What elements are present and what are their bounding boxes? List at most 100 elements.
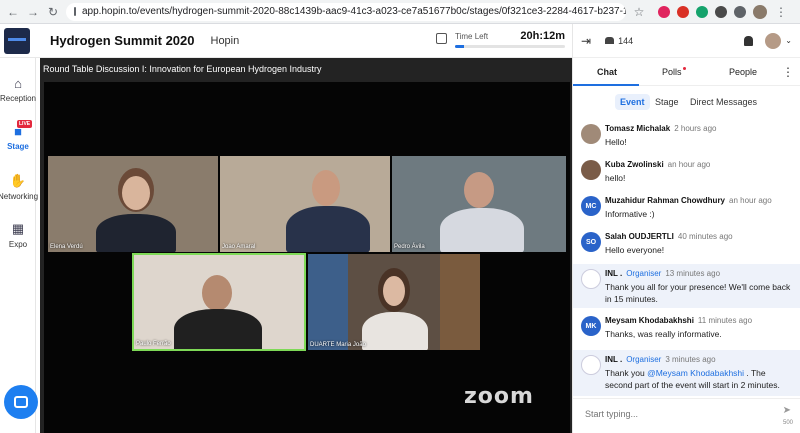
subtab-direct-messages[interactable]: Direct Messages xyxy=(685,94,762,110)
app-header: Hydrogen Summit 2020 Hopin Time Left 20h… xyxy=(0,24,572,58)
chat-message: SO Salah OUDJERTLI 40 minutes ago Hello e… xyxy=(573,226,800,262)
inl-logo-avatar[interactable] xyxy=(581,269,601,289)
reload-icon[interactable]: ↻ xyxy=(46,5,60,19)
grammarly-extension-icon[interactable] xyxy=(696,5,708,18)
lock-icon xyxy=(74,7,76,16)
video-tile-active-speaker[interactable]: Paulo Ferrão xyxy=(132,253,306,351)
sender-name[interactable]: Kuba Zwolinski xyxy=(605,160,664,169)
message-time: 3 minutes ago xyxy=(665,355,716,364)
panel-top-bar: ⇥ 144 ⌄ xyxy=(573,24,800,58)
browser-toolbar: ← → ↻ app.hopin.to/events/hydrogen-summi… xyxy=(0,0,800,24)
home-icon: ⌂ xyxy=(14,75,22,91)
chat-subtabs: Event Stage Direct Messages xyxy=(573,86,800,116)
chat-message: MC Muzahidur Rahman Chowdhury an hour ago… xyxy=(573,190,800,226)
profile-avatar[interactable] xyxy=(753,4,767,19)
unread-dot xyxy=(682,67,686,70)
video-tile[interactable]: Pedro Ávila xyxy=(392,156,566,252)
live-badge: LIVE xyxy=(17,120,33,128)
character-count: 500 xyxy=(782,420,793,426)
sender-name[interactable]: Salah OUDJERTLI xyxy=(605,232,674,241)
sender-name[interactable]: Meysam Khodabakhshi xyxy=(605,316,694,325)
event-logo[interactable] xyxy=(4,27,30,54)
tab-people[interactable]: People xyxy=(729,67,757,77)
menu-dots-icon[interactable]: ⋮ xyxy=(774,5,788,19)
chat-message: MK Meysam Khodabakhshi 11 minutes ago Tha… xyxy=(573,310,800,350)
address-bar[interactable]: app.hopin.to/events/hydrogen-summit-2020… xyxy=(66,2,626,21)
video-tile[interactable]: Joao Amaral xyxy=(220,156,390,252)
avatar[interactable] xyxy=(581,160,601,180)
zoom-video-grid[interactable]: Elena Verdú Joao Amaral Pedro Ávila Paul… xyxy=(44,82,570,433)
puzzle-icon[interactable] xyxy=(734,5,746,18)
nav-item-stage[interactable]: ■ LIVE Stage xyxy=(0,120,36,151)
time-left-value: 20h:12m xyxy=(520,30,565,42)
organizer-name[interactable]: Hopin xyxy=(211,35,240,47)
more-options-icon[interactable]: ⋮ xyxy=(782,65,794,79)
participant-name: DUARTE Maria João xyxy=(310,342,366,348)
nav-item-networking[interactable]: ✋ Networking xyxy=(0,173,38,201)
chat-message: Tomasz Michalak 2 hours ago Hello! xyxy=(573,118,800,154)
chevron-down-icon[interactable]: ⌄ xyxy=(785,36,792,45)
subtab-stage[interactable]: Stage xyxy=(650,94,684,110)
video-tile[interactable]: Elena Verdú xyxy=(48,156,218,252)
chat-message: Kuba Zwolinski an hour ago hello! xyxy=(573,154,800,190)
calendar-icon[interactable] xyxy=(436,33,447,44)
send-icon[interactable]: ➤ xyxy=(783,405,791,416)
nav-label: Expo xyxy=(8,240,28,249)
video-tile[interactable]: DUARTE Maria João xyxy=(308,254,480,350)
inl-logo-avatar[interactable] xyxy=(581,355,601,375)
nav-item-reception[interactable]: ⌂ Reception xyxy=(0,75,36,104)
message-time: an hour ago xyxy=(667,160,711,169)
avatar[interactable] xyxy=(581,124,601,144)
message-text: Hello! xyxy=(605,137,627,147)
sender-name[interactable]: Muzahidur Rahman Chowdhury xyxy=(605,196,725,205)
tab-chat[interactable]: Chat xyxy=(597,67,617,77)
tab-polls[interactable]: Polls xyxy=(662,67,686,77)
participant-name: Paulo Ferrão xyxy=(136,341,171,347)
message-text: Thank you @Meysam Khodabakhshi . The sec… xyxy=(605,367,795,391)
sender-name[interactable]: INL . xyxy=(605,269,622,278)
extension-icon[interactable] xyxy=(715,5,727,18)
avatar[interactable]: MK xyxy=(581,316,601,336)
storefront-icon: ▦ xyxy=(11,221,25,236)
message-time: 13 minutes ago xyxy=(665,269,721,278)
message-text: Thank you all for your presence! We'll c… xyxy=(605,282,791,304)
chat-input[interactable] xyxy=(585,409,755,419)
pinterest-extension-icon[interactable] xyxy=(658,5,670,18)
zoom-watermark: zoom xyxy=(464,384,534,409)
people-icon xyxy=(605,37,615,44)
event-title: Hydrogen Summit 2020 xyxy=(50,33,195,48)
extension-icon[interactable] xyxy=(677,5,689,18)
message-text: Thanks, was really informative. xyxy=(605,329,722,339)
chat-icon xyxy=(14,396,28,408)
message-time: 40 minutes ago xyxy=(677,232,733,241)
nav-item-expo[interactable]: ▦ Expo xyxy=(0,221,36,249)
message-list: Tomasz Michalak 2 hours ago Hello! Kuba Z… xyxy=(573,116,800,398)
bell-icon[interactable] xyxy=(744,35,754,46)
message-text: hello! xyxy=(605,173,626,183)
attendee-count-value: 144 xyxy=(618,35,634,46)
extensions: ⋮ xyxy=(658,4,788,19)
user-mention[interactable]: @Meysam Khodabakhshi xyxy=(647,368,744,378)
message-text-part: Thank you xyxy=(605,368,648,378)
sender-name[interactable]: Tomasz Michalak xyxy=(605,124,670,133)
subtab-event[interactable]: Event xyxy=(615,94,650,110)
user-avatar[interactable] xyxy=(765,32,782,49)
avatar[interactable]: MC xyxy=(581,196,601,216)
support-chat-button[interactable] xyxy=(4,385,38,419)
organiser-badge: Organiser xyxy=(626,355,662,364)
chat-panel: ⇥ 144 ⌄ Chat Polls People ⋮ Event Stage … xyxy=(572,24,800,433)
message-composer: ➤ 500 xyxy=(573,398,800,433)
sender-name[interactable]: INL . xyxy=(605,355,622,364)
collapse-panel-icon[interactable]: ⇥ xyxy=(581,34,591,48)
nav-label: Stage xyxy=(7,142,29,151)
avatar[interactable]: SO xyxy=(581,232,601,252)
star-icon[interactable]: ☆ xyxy=(632,5,646,19)
attendee-count: 144 xyxy=(605,36,633,46)
participant-name: Joao Amaral xyxy=(222,244,256,250)
stage-title: Round Table Discussion I: Innovation for… xyxy=(43,64,322,74)
time-left-label: Time Left xyxy=(455,32,489,41)
forward-icon[interactable]: → xyxy=(26,5,40,19)
message-text: Informative :) xyxy=(605,209,655,219)
time-progress-fill xyxy=(455,45,464,48)
back-icon[interactable]: ← xyxy=(6,5,20,19)
